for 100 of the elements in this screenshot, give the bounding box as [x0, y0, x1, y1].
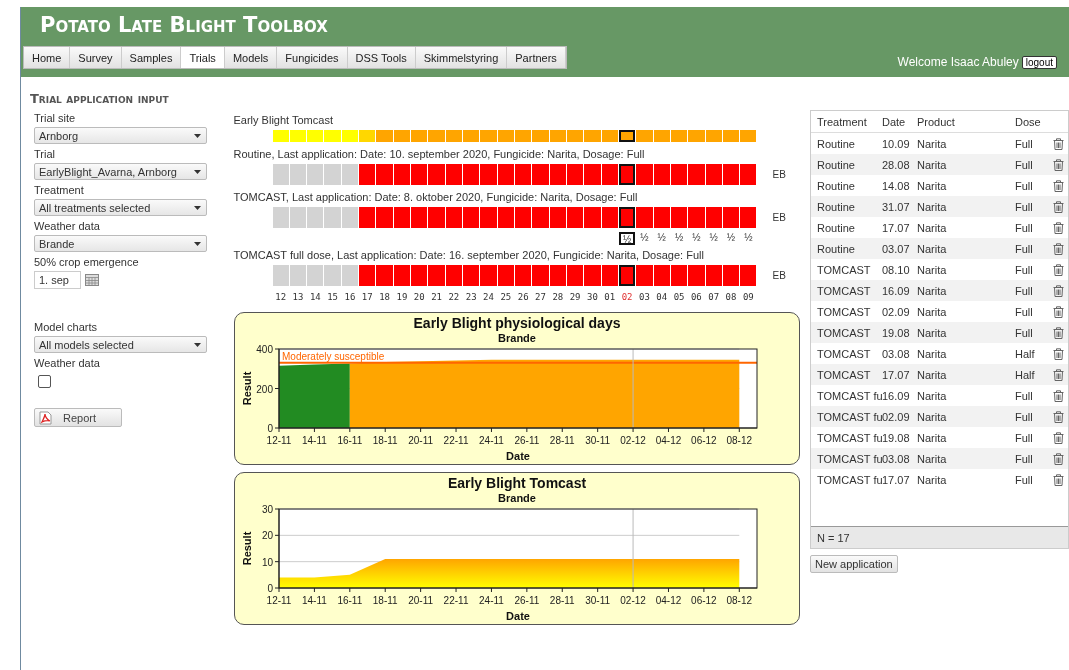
- day-label: 25: [499, 292, 513, 302]
- x-tick-label: 20-11: [407, 435, 433, 446]
- trash-icon[interactable]: [1053, 452, 1064, 465]
- nav-tab[interactable]: Partners: [507, 47, 566, 68]
- table-cell-text: Full: [1015, 137, 1034, 150]
- x-tick-label: 12-11: [266, 595, 291, 606]
- nav-tab[interactable]: DSS Tools: [347, 47, 416, 68]
- table-cell-text: Narita: [917, 473, 948, 486]
- y-tick-label: 200: [255, 383, 273, 395]
- trash-icon[interactable]: [1053, 347, 1064, 360]
- trash-icon[interactable]: [1053, 326, 1064, 339]
- y-tick-label: 0: [266, 583, 273, 594]
- chart-subtitle: Brande: [497, 492, 536, 504]
- new-application-button[interactable]: New application: [810, 555, 898, 573]
- table-cell-text: 19.08: [882, 431, 911, 444]
- x-tick-label: 20-11: [407, 595, 433, 606]
- x-tick-label: 26-11: [513, 435, 539, 446]
- trash-icon[interactable]: [1053, 410, 1064, 423]
- table-cell-text: Narita: [917, 284, 948, 297]
- calendar-icon[interactable]: [85, 274, 99, 286]
- disease-code: EB: [772, 212, 786, 223]
- dose-mark: ½: [725, 232, 737, 245]
- trash-icon[interactable]: [1053, 200, 1064, 213]
- table-cell-text: 02.09: [882, 410, 911, 423]
- day-label: 27: [534, 292, 547, 302]
- table-cell-text: TOMCAST fu: [817, 431, 883, 444]
- day-label: 02: [620, 292, 634, 302]
- table-cell-text: Half: [1015, 368, 1036, 381]
- day-label: 28: [551, 292, 565, 302]
- trash-icon[interactable]: [1053, 263, 1064, 276]
- day-label: 09: [741, 292, 755, 302]
- day-label: 12: [274, 292, 288, 302]
- threshold-label: Moderately susceptible: [281, 350, 384, 362]
- checkbox[interactable]: [38, 375, 51, 388]
- day-label: 14: [308, 292, 322, 302]
- nav-tab[interactable]: Samples: [121, 47, 182, 68]
- trash-icon[interactable]: [1053, 137, 1064, 150]
- table-cell-text: Narita: [917, 368, 948, 381]
- y-tick-label: 20: [261, 530, 273, 542]
- x-tick-label: 02-12: [619, 595, 646, 606]
- table-cell-text: Routine: [817, 221, 856, 234]
- table-cell-text: TOMCAST: [817, 326, 872, 339]
- nav-tab[interactable]: Fungicides: [277, 47, 348, 68]
- day-label: 17: [360, 292, 374, 302]
- table-cell-text: 02.09: [882, 305, 911, 318]
- caret-icon: [194, 342, 201, 347]
- table-cell-text: Full: [1015, 410, 1034, 423]
- table-cell-text: 03.08: [882, 452, 911, 465]
- x-tick-label: 16-11: [336, 595, 362, 606]
- dropdown[interactable]: Brande: [34, 235, 207, 252]
- table-cell-text: 28.08: [882, 158, 911, 171]
- trash-icon[interactable]: [1053, 368, 1064, 381]
- table-cell-text: 08.10: [882, 263, 911, 276]
- day-label: 26: [516, 292, 530, 302]
- field-label: Trial site: [34, 112, 77, 124]
- day-label: 30: [586, 292, 599, 302]
- table-cell-text: Full: [1015, 473, 1034, 486]
- table-cell-text: Full: [1015, 263, 1034, 276]
- x-tick-label: 18-11: [372, 595, 398, 606]
- table-cell-text: Full: [1015, 305, 1034, 318]
- field-label: Model charts: [34, 321, 98, 333]
- y-tick-label: 30: [261, 504, 273, 515]
- logout-button[interactable]: logout: [1021, 55, 1057, 69]
- dose-mark: ½: [673, 232, 685, 245]
- day-label: 06: [689, 292, 703, 302]
- trash-icon[interactable]: [1053, 284, 1064, 297]
- dropdown[interactable]: Arnborg: [34, 127, 207, 144]
- dropdown[interactable]: All models selected: [34, 336, 207, 353]
- row-caption: TOMCAST, Last application: Date: 8. oktober 2020, Fungicide: Narita, Dosage: Full: [233, 190, 639, 204]
- report-button[interactable]: Report: [34, 408, 122, 427]
- column-header: Product: [917, 115, 956, 128]
- trash-icon[interactable]: [1053, 179, 1064, 192]
- date-field[interactable]: 1. sep: [34, 271, 81, 289]
- x-tick-label: 24-11: [478, 435, 504, 446]
- day-label: 13: [291, 292, 305, 302]
- x-tick-label: 04-12: [655, 435, 681, 446]
- trash-icon[interactable]: [1053, 221, 1064, 234]
- disease-code: EB: [772, 270, 786, 281]
- trash-icon[interactable]: [1053, 158, 1064, 171]
- trash-icon[interactable]: [1053, 473, 1064, 486]
- dropdown[interactable]: All treatments selected: [34, 199, 207, 216]
- nav-tab[interactable]: Trials: [181, 47, 225, 68]
- trash-icon[interactable]: [1053, 389, 1064, 402]
- trash-icon[interactable]: [1053, 305, 1064, 318]
- table-cell-text: 17.07: [882, 221, 911, 234]
- trash-icon[interactable]: [1053, 431, 1064, 444]
- table-cell-text: TOMCAST: [817, 368, 872, 381]
- caret-icon: [194, 241, 201, 246]
- nav-tab[interactable]: Home: [24, 47, 71, 68]
- trash-icon[interactable]: [1053, 242, 1064, 255]
- nav-tab[interactable]: Skimmelstyring: [415, 47, 508, 68]
- nav-tab[interactable]: Survey: [70, 47, 122, 68]
- nav-tab[interactable]: Models: [224, 47, 278, 68]
- table-cell-text: Full: [1015, 200, 1034, 213]
- table-cell-text: TOMCAST fu: [817, 473, 883, 486]
- x-tick-label: 04-12: [655, 595, 681, 606]
- table-cell-text: Narita: [917, 431, 948, 444]
- day-label: 16: [343, 292, 357, 302]
- table-cell-text: Full: [1015, 221, 1034, 234]
- dropdown[interactable]: EarlyBlight_Avarna, Arnborg: [34, 163, 207, 180]
